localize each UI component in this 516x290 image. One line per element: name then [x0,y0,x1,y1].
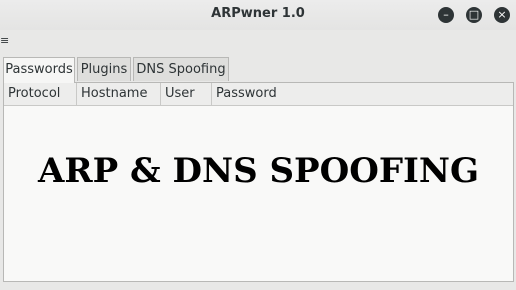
close-icon[interactable]: × [494,7,510,23]
menu-icon[interactable]: ≡ [0,34,9,47]
title-bar: ARPwner 1.0 – □ × [0,0,516,30]
column-header-password[interactable]: Password [212,83,513,105]
banner-text: ARP & DNS SPOOFING [37,151,480,191]
tab-passwords[interactable]: Passwords [3,57,75,83]
passwords-panel: Protocol Hostname User Password ARP & DN… [3,82,514,282]
table-header: Protocol Hostname User Password [4,83,513,106]
maximize-icon[interactable]: □ [466,7,482,23]
minimize-icon[interactable]: – [438,7,454,23]
tab-plugins[interactable]: Plugins [77,57,131,81]
tab-dns-spoofing[interactable]: DNS Spoofing [133,57,229,81]
column-header-hostname[interactable]: Hostname [77,83,161,105]
column-header-protocol[interactable]: Protocol [4,83,77,105]
column-header-user[interactable]: User [161,83,212,105]
